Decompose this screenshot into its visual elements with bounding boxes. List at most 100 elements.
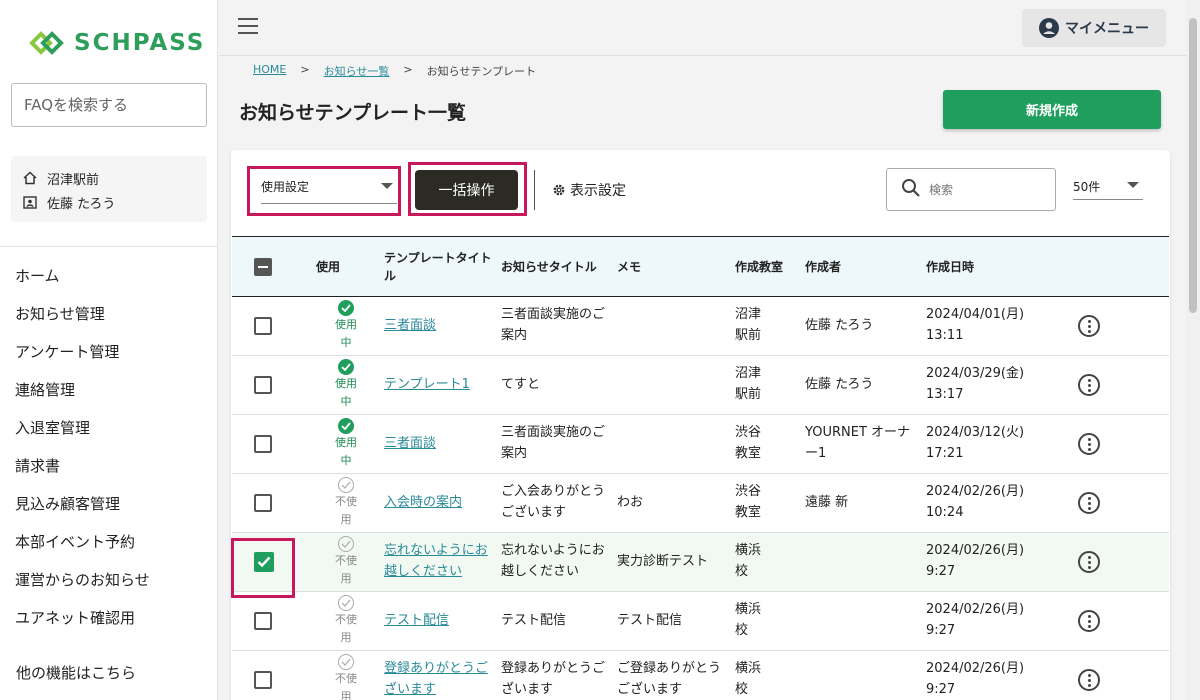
header-select-all[interactable]	[232, 236, 312, 297]
faq-search-input[interactable]	[11, 83, 207, 127]
header-created-at: 作成日時	[922, 236, 1074, 297]
classroom-label: 渋谷教室	[735, 425, 762, 461]
header-notice-title: お知らせタイトル	[497, 236, 613, 297]
hamburger-menu-icon[interactable]	[238, 18, 258, 36]
cell-notice-title: 三者面談実施のご案内	[497, 296, 613, 356]
more-vert-icon[interactable]	[1078, 610, 1100, 632]
scroll-thumb[interactable]	[1189, 18, 1197, 313]
template-title-link[interactable]: 登録ありがとうございます	[384, 661, 488, 697]
template-title-link[interactable]: 三者面談	[384, 436, 436, 451]
template-list-card: 使用設定 一括操作 表示設定 50件 使用 テンプレートタイトル お知らせタイト…	[231, 150, 1170, 700]
search-icon	[902, 179, 920, 197]
table-row[interactable]: 使用中 三者面談 三者面談実施のご案内 渋谷教室 YOURNET オーナー1 2024/0…	[232, 414, 1169, 474]
cell-actions	[1074, 650, 1169, 700]
breadcrumb-home[interactable]: HOME	[253, 63, 286, 79]
created-time: 10:24	[926, 505, 964, 520]
status-label: 使用中	[335, 376, 357, 408]
header-memo: メモ	[613, 236, 731, 297]
row-checkbox[interactable]	[254, 317, 272, 335]
row-checkbox[interactable]	[254, 435, 272, 453]
breadcrumb: HOME > お知らせ一覧 > お知らせテンプレート	[253, 63, 536, 79]
my-menu-button[interactable]: マイメニュー	[1022, 9, 1166, 47]
per-page-select[interactable]: 50件	[1073, 172, 1143, 200]
cell-created-at: 2024/02/26(月) 9:27	[922, 532, 1074, 592]
cell-classroom: 渋谷教室	[731, 414, 801, 474]
cell-select	[232, 473, 312, 533]
table-row[interactable]: 使用中 三者面談 三者面談実施のご案内 沼津駅前 佐藤 たろう 2024/04/01(月)…	[232, 296, 1169, 356]
school-name: 沼津駅前	[47, 172, 100, 188]
logo[interactable]: SCHPASS	[28, 28, 205, 58]
sidebar-item-surveys[interactable]: アンケート管理	[0, 332, 218, 370]
template-title-link[interactable]: テンプレート1	[384, 377, 470, 392]
created-time: 9:27	[926, 623, 956, 638]
sidebar-item-notices[interactable]: お知らせ管理	[0, 294, 218, 332]
row-checkbox[interactable]	[254, 376, 272, 394]
template-title-link[interactable]: 入会時の案内	[384, 495, 462, 510]
more-vert-icon[interactable]	[1078, 492, 1100, 514]
header-actions	[1074, 236, 1169, 297]
header-template-title: テンプレートタイトル	[380, 236, 497, 297]
more-vert-icon[interactable]	[1078, 669, 1100, 691]
sidebar-item-yournet[interactable]: ユアネット確認用	[0, 598, 218, 636]
template-title-link[interactable]: 三者面談	[384, 318, 436, 333]
table-row[interactable]: 不使用 テスト配信 テスト配信 テスト配信 横浜校 2024/02/26(月) 9:27	[232, 591, 1169, 651]
breadcrumb-current: お知らせテンプレート	[426, 65, 537, 78]
cell-created-at: 2024/02/26(月) 9:27	[922, 650, 1074, 700]
created-time: 17:21	[926, 446, 964, 461]
row-checkbox[interactable]	[254, 671, 272, 689]
cell-select	[232, 591, 312, 651]
row-checkbox[interactable]	[254, 612, 272, 630]
sidebar-item-events[interactable]: 本部イベント予約	[0, 522, 218, 560]
cell-created-at: 2024/04/01(月) 13:11	[922, 296, 1074, 356]
cell-actions	[1074, 355, 1169, 415]
cell-status: 不使用	[312, 650, 380, 700]
classroom-label: 横浜校	[735, 602, 762, 638]
sidebar-item-attendance[interactable]: 入退室管理	[0, 408, 218, 446]
table-body: 使用中 三者面談 三者面談実施のご案内 沼津駅前 佐藤 たろう 2024/04/01(月)…	[232, 296, 1169, 700]
highlight-box	[231, 538, 295, 598]
more-vert-icon[interactable]	[1078, 551, 1100, 573]
table-row[interactable]: 不使用 登録ありがとうございます 登録ありがとうございます ご登録ありがとうございます…	[232, 650, 1169, 700]
more-vert-icon[interactable]	[1078, 374, 1100, 396]
badge-user-icon	[23, 196, 37, 209]
sidebar-item-operator-notices[interactable]: 運営からのお知らせ	[0, 560, 218, 598]
classroom-label: 沼津駅前	[735, 307, 762, 343]
sidebar-item-contacts[interactable]: 連絡管理	[0, 370, 218, 408]
table-row[interactable]: 不使用 忘れないようにお越しください 忘れないようにお越しください 実力診断テスト 横浜…	[232, 532, 1169, 592]
header-classroom: 作成教室	[731, 236, 801, 297]
sidebar-item-invoices[interactable]: 請求書	[0, 446, 218, 484]
template-title-link[interactable]: 忘れないようにお越しください	[384, 543, 488, 579]
cell-template-title: 登録ありがとうございます	[380, 650, 497, 700]
more-vert-icon[interactable]	[1078, 433, 1100, 455]
cell-notice-title: てすと	[497, 355, 613, 415]
classroom-label: 横浜校	[735, 543, 762, 579]
table-row[interactable]: 使用中 テンプレート1 てすと 沼津駅前 佐藤 たろう 2024/03/29(金) 13:1…	[232, 355, 1169, 415]
table-row[interactable]: 不使用 入会時の案内 ご入会ありがとうございます わお 渋谷教室 遠藤 新 2024/02/…	[232, 473, 1169, 533]
cell-creator	[801, 591, 922, 651]
display-setting-button[interactable]: 表示設定	[552, 180, 626, 200]
cell-notice-title: 登録ありがとうございます	[497, 650, 613, 700]
select-all-checkbox[interactable]	[254, 257, 272, 276]
cell-memo	[613, 296, 731, 356]
cell-classroom: 沼津駅前	[731, 355, 801, 415]
new-create-button[interactable]: 新規作成	[943, 90, 1161, 129]
created-date: 2024/02/26(月)	[926, 543, 1025, 559]
cell-status: 不使用	[312, 532, 380, 592]
user-name: 佐藤 たろう	[47, 196, 116, 212]
page-scrollbar[interactable]	[1186, 0, 1200, 700]
template-title-link[interactable]: テスト配信	[384, 613, 449, 628]
cell-created-at: 2024/02/26(月) 10:24	[922, 473, 1074, 533]
sidebar-item-prospects[interactable]: 見込み顧客管理	[0, 484, 218, 522]
cell-template-title: 三者面談	[380, 296, 497, 356]
cell-actions	[1074, 532, 1169, 592]
sidebar-divider	[0, 246, 218, 247]
row-checkbox[interactable]	[254, 494, 272, 512]
sidebar-item-home[interactable]: ホーム	[0, 256, 218, 294]
created-date: 2024/03/29(金)	[926, 366, 1025, 382]
cell-status: 不使用	[312, 473, 380, 533]
breadcrumb-notice-list[interactable]: お知らせ一覧	[324, 63, 390, 79]
cell-creator	[801, 650, 922, 700]
cell-status: 使用中	[312, 296, 380, 356]
more-features-link[interactable]: 他の機能はこちら	[16, 662, 136, 683]
more-vert-icon[interactable]	[1078, 315, 1100, 337]
